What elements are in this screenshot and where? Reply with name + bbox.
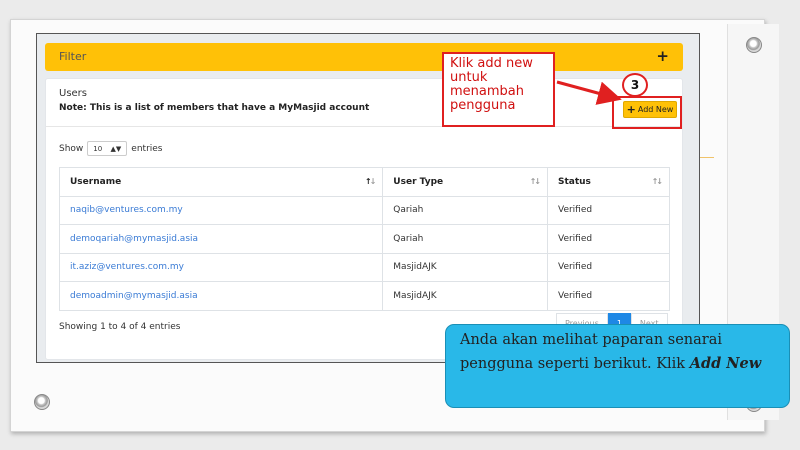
table-row: naqib@ventures.com.my Qariah Verified [58, 195, 671, 225]
status-cell: Verified [546, 281, 671, 311]
username-link[interactable]: demoadmin@mymasjid.asia [58, 281, 384, 311]
user-type-cell: Qariah [382, 224, 548, 254]
users-card-header: Users Note: This is a list of members th… [46, 79, 682, 127]
instruction-text: Anda akan melihat paparan senarai penggu… [460, 332, 722, 372]
annotation-callout: Klik add new untuk menambah pengguna [442, 52, 555, 127]
status-cell: Verified [546, 224, 671, 254]
column-header-user-type[interactable]: User Type ↑↓ [382, 167, 548, 197]
column-header-username[interactable]: Username ↑↓ [58, 167, 384, 197]
user-type-cell: MasjidAJK [382, 252, 548, 282]
bolt-icon [34, 394, 50, 410]
username-link[interactable]: naqib@ventures.com.my [58, 195, 384, 225]
table-row: demoqariah@mymasjid.asia Qariah Verified [58, 224, 671, 254]
table-row: demoadmin@mymasjid.asia MasjidAJK Verifi… [58, 281, 671, 311]
users-card: Users Note: This is a list of members th… [45, 78, 683, 360]
user-type-cell: Qariah [382, 195, 548, 225]
filter-label: Filter [59, 50, 87, 63]
sort-icon: ↑↓ [364, 177, 376, 186]
filter-panel-header[interactable]: Filter + [45, 43, 683, 71]
step-number-badge: 3 [622, 73, 648, 97]
sort-icon: ↑↓ [651, 177, 663, 186]
show-label: Show [59, 143, 84, 154]
status-cell: Verified [546, 252, 671, 282]
users-title: Users [59, 88, 88, 99]
user-type-cell: MasjidAJK [382, 281, 548, 311]
select-arrows-icon: ▲▼ [110, 144, 122, 153]
username-link[interactable]: demoqariah@mymasjid.asia [58, 224, 384, 254]
column-label: User Type [393, 176, 444, 187]
instruction-box: Anda akan melihat paparan senarai penggu… [445, 324, 790, 408]
add-new-highlight [612, 96, 682, 129]
table-row: it.aziz@ventures.com.my MasjidAJK Verifi… [58, 252, 671, 282]
showing-entries-info: Showing 1 to 4 of 4 entries [59, 322, 181, 332]
users-table: Username ↑↓ User Type ↑↓ Status ↑↓ naqib… [58, 167, 671, 311]
callout-line: pengguna [450, 98, 516, 113]
column-label: Username [70, 176, 122, 187]
entries-label: entries [131, 143, 163, 154]
expand-plus-icon[interactable]: + [656, 47, 669, 65]
column-label: Status [557, 176, 591, 187]
page-size-select[interactable]: 10 ▲▼ [87, 141, 128, 156]
callout-line: Klik add new [450, 56, 533, 71]
sort-icon: ↑↓ [529, 177, 541, 186]
page-size-value: 10 [93, 144, 103, 153]
username-link[interactable]: it.aziz@ventures.com.my [58, 252, 384, 282]
table-header-row: Username ↑↓ User Type ↑↓ Status ↑↓ [58, 167, 671, 197]
entries-length-control: Show 10 ▲▼ entries [59, 141, 163, 156]
users-note: Note: This is a list of members that hav… [59, 103, 370, 113]
status-cell: Verified [546, 195, 671, 225]
instruction-emphasis: Add New [689, 355, 762, 372]
callout-line: untuk [450, 70, 488, 85]
bolt-icon [746, 37, 762, 53]
callout-line: menambah [450, 84, 524, 99]
column-header-status[interactable]: Status ↑↓ [546, 167, 671, 197]
